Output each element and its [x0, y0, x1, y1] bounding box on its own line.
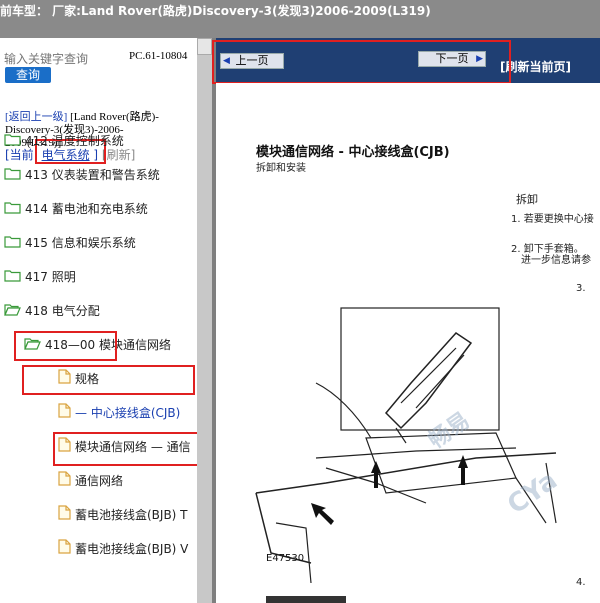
tree-item-label: 418 电气分配 — [25, 304, 100, 318]
tree-item-label: — 中心接线盒(CJB) — [75, 406, 181, 420]
document-icon — [58, 403, 71, 424]
highlight-box — [212, 40, 511, 84]
tree-document-item[interactable]: — 中心接线盒(CJB) — [58, 403, 180, 423]
tree-item-label: 蓄电池接线盒(BJB) T — [75, 508, 188, 522]
tree-document-item[interactable]: 通信网络 — [58, 471, 123, 491]
highlight-box — [53, 432, 197, 466]
highlight-box — [14, 331, 117, 361]
pc-code: PC.61-10804 — [129, 50, 188, 62]
search-input[interactable] — [4, 50, 120, 68]
sidebar: 查询 PC.61-10804 [返回上一级] [Land Rover(路虎)-D… — [0, 38, 197, 603]
tree-item-label: 413 仪表装置和警告系统 — [25, 168, 160, 182]
tree-document-item[interactable]: 蓄电池接线盒(BJB) T — [58, 505, 188, 525]
folder-icon — [4, 268, 21, 288]
tree-item-label: 通信网络 — [75, 474, 124, 488]
document-icon — [58, 471, 71, 492]
tree-item-label: 414 蓄电池和充电系统 — [25, 202, 148, 216]
document-icon — [58, 539, 71, 560]
folder-open-icon — [4, 302, 21, 322]
cjb-diagram: E47530 — [255, 307, 557, 603]
window-title-bar: 前车型： 厂家:Land Rover(路虎)Discovery-3(发现3)20… — [0, 0, 600, 38]
document-page: 模块通信网络 - 中心接线盒(CJB) 拆卸和安装 拆卸 1. 若要更换中心接 … — [216, 83, 600, 603]
arrow-marker — [311, 503, 334, 525]
tree-item-label: 蓄电池接线盒(BJB) V — [75, 542, 189, 556]
folder-icon — [4, 132, 21, 152]
highlight-box — [22, 365, 195, 395]
tree-folder-item[interactable]: 413 仪表装置和警告系统 — [4, 165, 160, 185]
scroll-up-arrow[interactable] — [197, 38, 212, 55]
tree-item-label: 415 信息和娱乐系统 — [25, 236, 136, 250]
tree-folder-item[interactable]: 414 蓄电池和充电系统 — [4, 199, 148, 219]
tree-folder-item[interactable]: 415 信息和娱乐系统 — [4, 233, 136, 253]
tree-folder-item[interactable]: 412 温度控制系统 — [4, 131, 124, 151]
sidebar-scrollbar[interactable] — [197, 38, 212, 603]
tree-document-item[interactable]: 蓄电池接线盒(BJB) V — [58, 539, 188, 559]
folder-icon — [4, 234, 21, 254]
tree-item-label: 417 照明 — [25, 270, 76, 284]
document-icon — [58, 505, 71, 526]
tree-item-label: 412 温度控制系统 — [25, 134, 124, 148]
tree-folder-item[interactable]: 417 照明 — [4, 267, 76, 287]
figure-code: E47530 — [266, 553, 304, 564]
tree-folder-item[interactable]: 418 电气分配 — [4, 301, 100, 321]
search-button[interactable]: 查询 — [5, 67, 51, 83]
folder-icon — [4, 166, 21, 186]
folder-icon — [4, 200, 21, 220]
vehicle-title: 前车型： 厂家:Land Rover(路虎)Discovery-3(发现3)20… — [0, 4, 431, 18]
back-link[interactable]: [返回上一级] — [5, 111, 67, 123]
